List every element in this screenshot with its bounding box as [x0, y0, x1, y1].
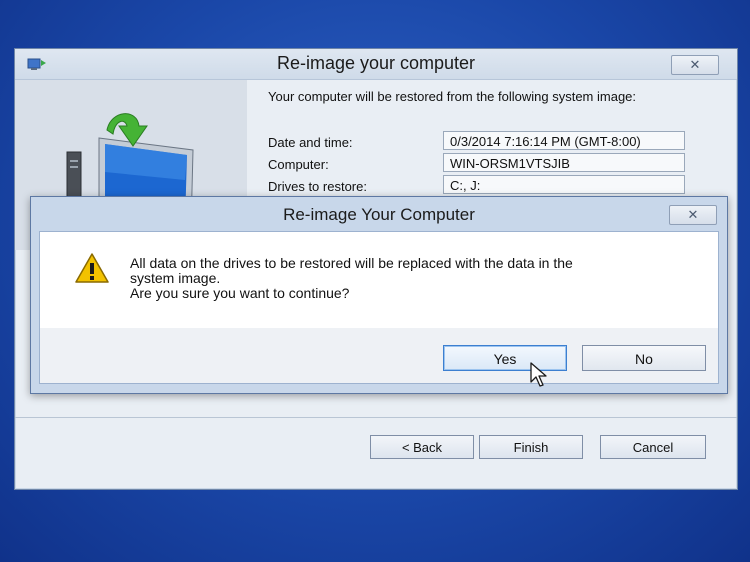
wizard-title: Re-image your computer: [276, 53, 476, 73]
dialog-button-bar: Yes No: [39, 328, 719, 384]
dialog-message-line: system image.: [130, 270, 221, 286]
drives-value: C:, J:: [443, 175, 685, 194]
dialog-message-line: All data on the drives to be restored wi…: [130, 255, 573, 271]
no-button[interactable]: No: [582, 345, 706, 371]
dialog-titlebar: Re-image Your Computer ✕: [31, 197, 727, 227]
wizard-footer-divider: [15, 417, 737, 418]
cancel-button[interactable]: Cancel: [600, 435, 706, 459]
date-time-value: 0/3/2014 7:16:14 PM (GMT-8:00): [443, 131, 685, 150]
warning-icon: [75, 253, 109, 283]
yes-button[interactable]: Yes: [443, 345, 567, 371]
back-button[interactable]: < Back: [370, 435, 474, 459]
close-icon: ✕: [687, 207, 699, 222]
wizard-titlebar: Re-image your computer ✕: [15, 49, 737, 80]
dialog-body: All data on the drives to be restored wi…: [39, 231, 719, 329]
finish-button[interactable]: Finish: [479, 435, 583, 459]
close-icon: ✕: [689, 57, 701, 72]
wizard-close-button[interactable]: ✕: [671, 55, 719, 75]
computer-label: Computer:: [268, 157, 329, 172]
dialog-close-button[interactable]: ✕: [669, 205, 717, 225]
date-time-label: Date and time:: [268, 135, 353, 150]
dialog-message: All data on the drives to be restored wi…: [130, 256, 690, 301]
mouse-cursor-icon: [530, 362, 547, 387]
drives-label: Drives to restore:: [268, 179, 367, 194]
dialog-title: Re-image Your Computer: [283, 205, 475, 224]
computer-value: WIN-ORSM1VTSJIB: [443, 153, 685, 172]
confirm-dialog: Re-image Your Computer ✕ All data on the…: [30, 196, 728, 394]
dialog-question: Are you sure you want to continue?: [130, 285, 350, 301]
wizard-intro-text: Your computer will be restored from the …: [268, 89, 637, 104]
